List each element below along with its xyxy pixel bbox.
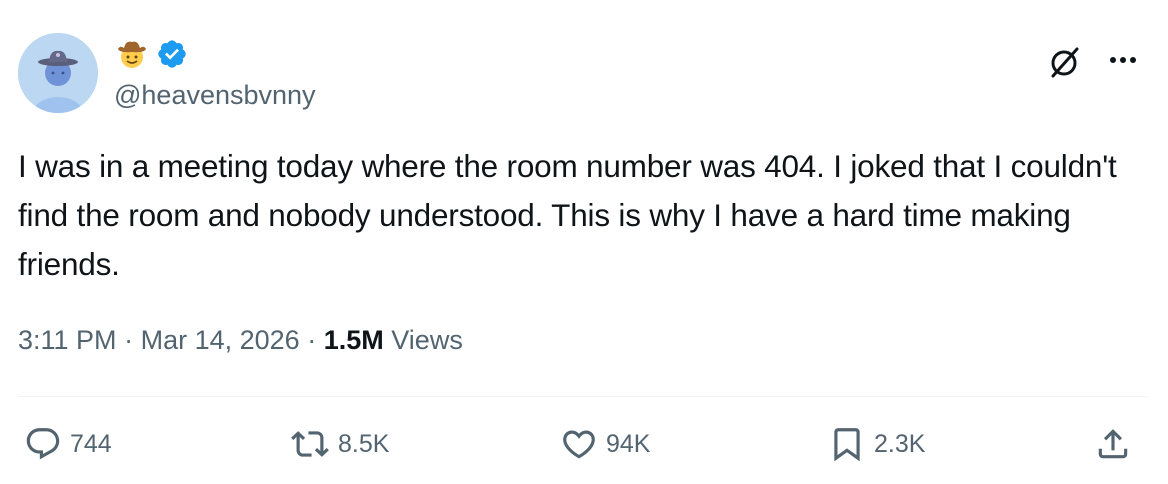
verified-badge-icon[interactable] (156, 38, 188, 70)
heart-icon (560, 425, 598, 463)
meta-separator: · (124, 325, 134, 355)
grok-button[interactable] (1045, 42, 1085, 82)
share-button[interactable] (1094, 420, 1132, 468)
retweet-count: 8.5K (338, 429, 390, 458)
reply-count: 744 (70, 429, 112, 458)
display-name[interactable] (114, 36, 188, 72)
divider (18, 396, 1148, 397)
grok-icon (1045, 47, 1085, 86)
more-icon (1098, 57, 1148, 86)
bookmark-icon (828, 424, 866, 464)
views-label: Views (391, 325, 463, 355)
like-button[interactable]: 94K (560, 420, 650, 468)
views-count: 1.5M (323, 325, 384, 355)
bookmark-count: 2.3K (874, 429, 926, 458)
cowboy-hat-face-icon (114, 36, 150, 72)
reply-icon (24, 425, 62, 463)
retweet-icon (290, 425, 330, 463)
bookmark-button[interactable]: 2.3K (828, 420, 925, 468)
author-handle[interactable]: @heavensbvnny (114, 78, 316, 112)
like-count: 94K (606, 429, 651, 458)
meta-separator: · (307, 325, 317, 355)
tweet-date[interactable]: Mar 14, 2026 (141, 325, 300, 355)
tweet-text: I was in a meeting today where the room … (18, 148, 1117, 282)
reply-button[interactable]: 744 (24, 420, 112, 468)
more-options-button[interactable] (1098, 42, 1148, 82)
tweet-card: @heavensbvnny I was in a meeting today w… (0, 0, 1168, 484)
tweet-time[interactable]: 3:11 PM (18, 325, 117, 355)
tweet-meta: 3:11 PM · Mar 14, 2026 · 1.5M Views (18, 322, 463, 358)
retweet-button[interactable]: 8.5K (290, 420, 389, 468)
avatar[interactable] (18, 33, 98, 113)
share-icon (1094, 424, 1132, 464)
